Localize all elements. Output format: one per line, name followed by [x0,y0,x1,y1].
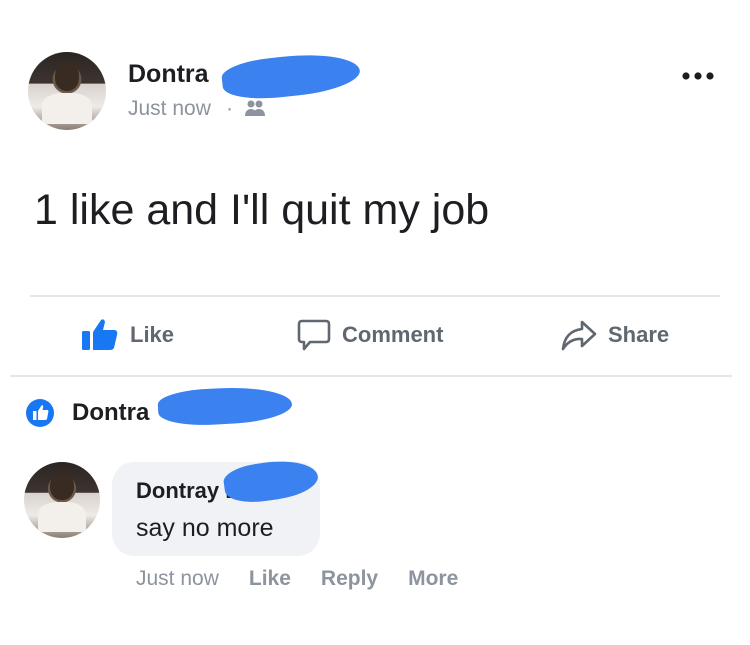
like-label: Like [130,322,175,347]
post-text: 1 like and I'll quit my job [34,186,490,234]
comment-button[interactable]: Comment [296,318,443,352]
friends-icon [244,98,266,118]
comment-more-link[interactable]: More [408,567,458,591]
comment-icon [296,318,332,352]
comment-timestamp[interactable]: Just now [136,567,219,591]
divider-top [30,295,720,297]
comment-actions: Just now Like Reply More [136,567,458,591]
comment-text: say no more [136,514,274,542]
share-label: Share [608,322,670,347]
post-timestamp[interactable]: Just now [128,97,211,121]
share-button[interactable]: Share [560,318,669,352]
thumbs-up-icon [80,318,120,352]
post-author-name[interactable]: Dontra [128,60,209,89]
like-button[interactable]: Like [80,318,174,352]
post-author-avatar[interactable] [28,52,106,130]
share-icon [560,318,598,352]
like-badge-icon[interactable] [25,398,55,428]
redaction-scribble [220,48,362,104]
comment-label: Comment [342,322,444,347]
comment-author-avatar[interactable] [24,462,100,538]
dot-separator: · [226,97,233,120]
reaction-liked-by[interactable]: Dontra [72,399,149,427]
comment-like-link[interactable]: Like [249,567,291,591]
divider-bottom [10,375,732,377]
comment-reply-link[interactable]: Reply [321,567,378,591]
more-dots-icon[interactable] [680,68,716,84]
redaction-scribble-2 [157,384,293,428]
